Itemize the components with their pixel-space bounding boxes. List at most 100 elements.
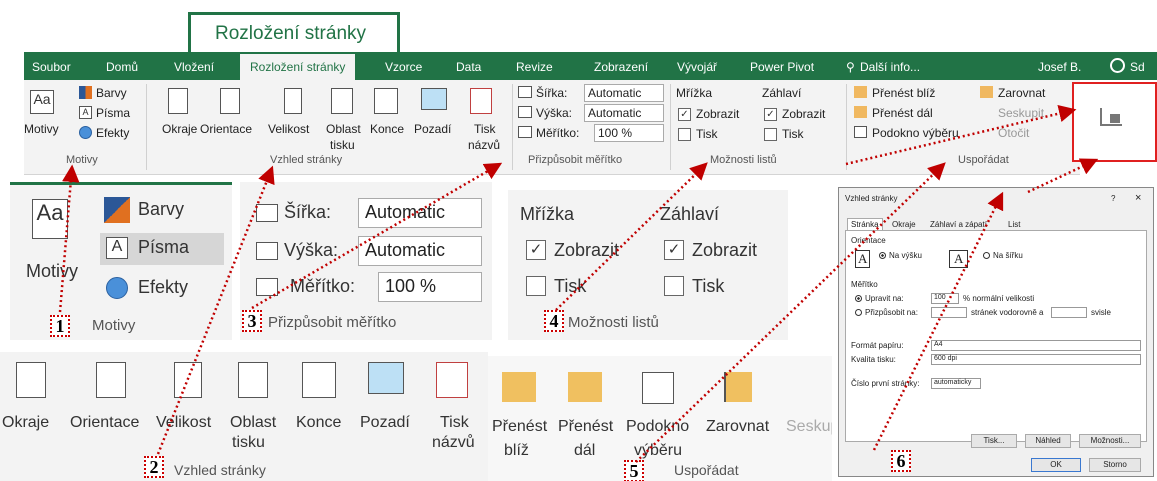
size-button[interactable]: Velikost — [156, 414, 211, 432]
tab-okraje[interactable]: Okraje — [889, 219, 919, 230]
themes-button[interactable]: Motivy — [26, 261, 78, 282]
selection-pane-button[interactable]: Podokno výběru — [872, 126, 959, 140]
tell-me-box[interactable]: Další info... — [860, 60, 920, 74]
tab-vyvojar[interactable]: Vývojář — [677, 60, 717, 74]
themes-button[interactable]: Motivy — [24, 122, 59, 136]
tab-revize[interactable]: Revize — [516, 60, 553, 74]
colors-button[interactable]: Barvy — [96, 86, 127, 100]
headings-print-checkbox[interactable] — [764, 128, 777, 141]
tab-vlozeni[interactable]: Vložení — [174, 60, 214, 74]
send-backward-button[interactable]: Přenést dál — [872, 106, 933, 120]
bring-forward-icon — [854, 86, 867, 98]
separator — [846, 84, 847, 170]
tab-power-pivot[interactable]: Power Pivot — [750, 60, 814, 74]
headings-print-checkbox[interactable] — [664, 276, 684, 296]
print-area-button[interactable]: Oblast — [230, 414, 276, 432]
tab-zahlavi-zapati[interactable]: Záhlaví a zápatí — [927, 219, 990, 230]
number-2: 2 — [144, 456, 164, 478]
print-quality-label: Kvalita tisku: — [851, 355, 896, 364]
fit-tall-input[interactable] — [1051, 307, 1087, 318]
orientation-button[interactable]: Orientace — [200, 122, 252, 136]
background-button[interactable]: Pozadí — [360, 414, 410, 432]
ok-button[interactable]: OK — [1031, 458, 1081, 472]
width-select[interactable]: Automatic — [584, 84, 664, 102]
tab-soubor[interactable]: Soubor — [32, 60, 71, 74]
send-backward-button-line2: dál — [574, 442, 596, 459]
colors-button[interactable]: Barvy — [138, 199, 184, 220]
scale-label: Měřítko: — [536, 126, 580, 140]
gridlines-print-checkbox[interactable] — [526, 276, 546, 296]
gridlines-view-checkbox[interactable]: ✓ — [678, 108, 691, 121]
headings-view-checkbox[interactable]: ✓ — [664, 240, 684, 260]
portrait-radio[interactable] — [879, 252, 886, 259]
tab-stranka[interactable]: Stránka — [847, 218, 883, 230]
paper-size-label: Formát papíru: — [851, 341, 904, 350]
headings-view-checkbox[interactable]: ✓ — [764, 108, 777, 121]
help-icon[interactable]: ? — [1111, 194, 1115, 203]
user-name[interactable]: Josef B. — [1038, 60, 1081, 74]
height-select[interactable]: Automatic — [584, 104, 664, 122]
align-button[interactable]: Zarovnat — [998, 86, 1045, 100]
selection-pane-button[interactable]: Podokno — [626, 418, 689, 436]
group-button[interactable]: Seskup — [786, 418, 832, 436]
separator — [670, 84, 671, 170]
tab-zobrazeni[interactable]: Zobrazení — [594, 60, 648, 74]
breaks-button[interactable]: Konce — [296, 414, 341, 432]
orientation-icon — [96, 362, 126, 398]
tab-rozlozeni-stranky[interactable]: Rozložení stránky — [240, 54, 356, 80]
fonts-button[interactable]: Písma — [138, 237, 189, 258]
group-button[interactable]: Seskupit — [998, 106, 1044, 120]
number-5: 5 — [624, 460, 644, 481]
print-area-button[interactable]: Oblast — [326, 122, 361, 136]
options-button[interactable]: Možnosti... — [1079, 434, 1141, 448]
scale-spinner[interactable]: 100 % — [378, 272, 482, 302]
height-select[interactable]: Automatic — [358, 236, 482, 266]
print-titles-button[interactable]: Tisk — [440, 414, 469, 432]
fonts-icon: A — [106, 237, 128, 259]
bring-forward-button[interactable]: Přenést — [492, 418, 547, 436]
tab-list[interactable]: List — [1005, 219, 1023, 230]
group-label-moznosti: Možnosti listů — [710, 154, 777, 166]
margins-button[interactable]: Okraje — [2, 414, 49, 432]
rotate-button[interactable]: Otočit — [998, 126, 1029, 140]
number-1: 1 — [50, 315, 70, 337]
effects-icon — [79, 126, 92, 139]
share-button[interactable]: Sd — [1130, 60, 1145, 74]
align-icon — [980, 86, 993, 98]
background-button[interactable]: Pozadí — [414, 122, 451, 136]
breaks-button[interactable]: Konce — [370, 122, 404, 136]
adjust-radio[interactable] — [855, 295, 862, 302]
first-page-input[interactable]: automaticky — [931, 378, 981, 389]
width-select[interactable]: Automatic — [358, 198, 482, 228]
fit-wide-label: stránek vodorovně a — [971, 308, 1044, 317]
close-icon[interactable]: × — [1135, 192, 1141, 204]
tab-domu[interactable]: Domů — [106, 60, 138, 74]
dialog-launcher-zoom — [1072, 82, 1157, 162]
effects-button[interactable]: Efekty — [96, 126, 129, 140]
adjust-input[interactable]: 100 — [931, 293, 959, 304]
fit-label: Přizpůsobit na: — [865, 308, 918, 317]
effects-button[interactable]: Efekty — [138, 277, 188, 298]
bring-forward-button[interactable]: Přenést blíž — [872, 86, 935, 100]
fit-wide-input[interactable] — [931, 307, 967, 318]
tab-data[interactable]: Data — [456, 60, 481, 74]
print-titles-button[interactable]: Tisk — [474, 122, 496, 136]
cancel-button[interactable]: Storno — [1089, 458, 1141, 472]
paper-size-select[interactable]: A4 — [931, 340, 1141, 351]
print-quality-select[interactable]: 600 dpi — [931, 354, 1141, 365]
orientation-button[interactable]: Orientace — [70, 414, 139, 432]
tab-vzorce[interactable]: Vzorce — [385, 60, 422, 74]
margins-button[interactable]: Okraje — [162, 122, 197, 136]
print-button[interactable]: Tisk... — [971, 434, 1017, 448]
gridlines-label: Mřížka — [676, 86, 712, 100]
size-button[interactable]: Velikost — [268, 122, 309, 136]
fonts-button[interactable]: Písma — [96, 106, 130, 120]
fit-radio[interactable] — [855, 309, 862, 316]
gridlines-view-checkbox[interactable]: ✓ — [526, 240, 546, 260]
gridlines-print-checkbox[interactable] — [678, 128, 691, 141]
align-button[interactable]: Zarovnat — [706, 418, 769, 436]
send-backward-button[interactable]: Přenést — [558, 418, 613, 436]
scale-spinner[interactable]: 100 % — [594, 124, 664, 142]
preview-button[interactable]: Náhled — [1025, 434, 1071, 448]
landscape-radio[interactable] — [983, 252, 990, 259]
